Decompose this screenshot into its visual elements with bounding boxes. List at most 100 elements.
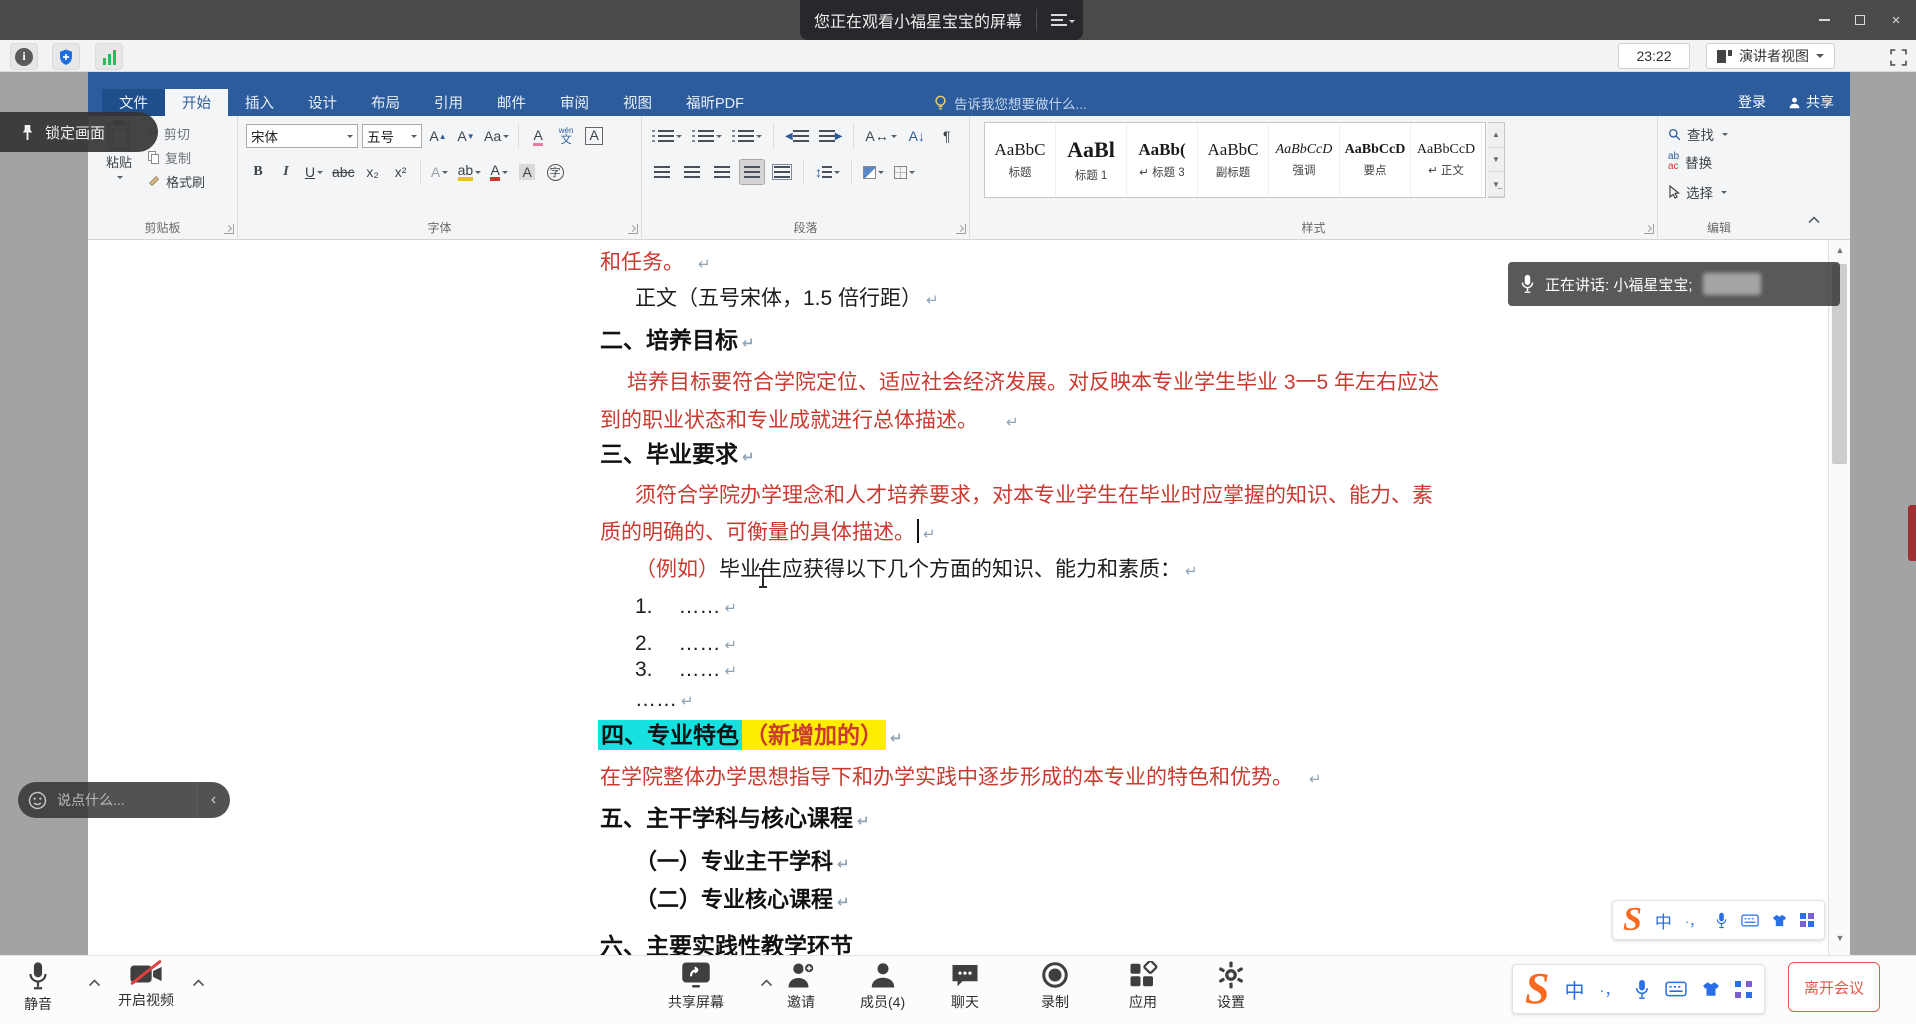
ribbon-tab-7[interactable]: 审阅: [543, 89, 606, 116]
enclose-char-button[interactable]: 字: [543, 160, 567, 184]
invite-button[interactable]: 邀请: [786, 961, 816, 1012]
start-video-button[interactable]: 开启视频: [118, 961, 174, 1010]
dialog-launcher-icon[interactable]: [628, 224, 638, 234]
style-card-1[interactable]: AaBl标题 1: [1056, 123, 1127, 197]
borders-button[interactable]: [892, 160, 917, 184]
shading-button[interactable]: [861, 160, 886, 184]
members-button[interactable]: 成员(4): [860, 961, 905, 1012]
char-shading-button[interactable]: A: [515, 160, 539, 184]
distribute-button[interactable]: [770, 160, 794, 184]
sogou-mic-icon[interactable]: [1715, 912, 1728, 929]
char-border-button[interactable]: A: [582, 124, 606, 148]
bullets-button[interactable]: [650, 124, 684, 148]
sogou-punct-toggle[interactable]: ·，: [1685, 911, 1702, 930]
document-page[interactable]: 和任务。↵ 正文（五号宋体，1.5 倍行距）↵ 二、培养目标↵ 培养目标要符合学…: [88, 240, 1822, 955]
view-mode-button[interactable]: 演讲者视图: [1706, 43, 1835, 69]
style-card-0[interactable]: AaBbC标题: [985, 123, 1056, 197]
edge-panel-tab[interactable]: [1908, 505, 1916, 561]
dialog-launcher-icon[interactable]: [956, 224, 966, 234]
sogou-keyboard-icon[interactable]: [1741, 914, 1759, 927]
tell-me-box[interactable]: 告诉我您想要做什么...: [934, 89, 1087, 116]
chat-button[interactable]: 聊天: [950, 961, 980, 1012]
gallery-down-icon[interactable]: ▼: [1488, 148, 1504, 173]
clear-format-button[interactable]: A: [526, 124, 550, 148]
sogou-logo[interactable]: S: [1525, 967, 1549, 1011]
sogou-keyboard-icon[interactable]: [1665, 981, 1687, 997]
share-screen-button[interactable]: 共享屏幕: [668, 961, 724, 1012]
strikethrough-button[interactable]: abc: [330, 160, 357, 184]
dialog-launcher-icon[interactable]: [224, 224, 234, 234]
justify-button[interactable]: [740, 160, 764, 184]
font-name-combo[interactable]: 宋体: [246, 124, 358, 148]
mute-options-chevron[interactable]: [88, 974, 101, 992]
scroll-down-icon[interactable]: ▼: [1829, 928, 1851, 948]
sogou-mic-icon[interactable]: [1634, 979, 1650, 1000]
gallery-up-icon[interactable]: ▲: [1488, 123, 1504, 148]
sogou-logo[interactable]: S: [1623, 903, 1642, 937]
align-left-button[interactable]: [650, 160, 674, 184]
replace-button[interactable]: abac 替换: [1668, 152, 1712, 172]
close-button[interactable]: ×: [1882, 6, 1910, 34]
meeting-info-button[interactable]: i: [10, 43, 38, 70]
style-card-5[interactable]: AaBbCcD要点: [1340, 123, 1411, 197]
align-center-button[interactable]: [680, 160, 704, 184]
ribbon-tab-2[interactable]: 插入: [228, 89, 291, 116]
sogou-toolbox-icon[interactable]: [1800, 913, 1814, 927]
multilevel-list-button[interactable]: [730, 124, 764, 148]
sogou-punct-toggle[interactable]: ·，: [1599, 979, 1619, 1000]
share-button[interactable]: 共享: [1788, 92, 1834, 112]
fullscreen-button[interactable]: [1886, 45, 1910, 69]
leave-meeting-button[interactable]: 离开会议: [1788, 962, 1880, 1012]
lock-screen-button[interactable]: 锁定画面: [0, 112, 158, 152]
highlight-button[interactable]: ab: [456, 160, 484, 184]
show-marks-button[interactable]: ¶: [935, 124, 959, 148]
style-card-3[interactable]: AaBbC副标题: [1198, 123, 1269, 197]
grow-font-button[interactable]: A▲: [426, 124, 450, 148]
ribbon-tab-8[interactable]: 视图: [606, 89, 669, 116]
ribbon-tab-3[interactable]: 设计: [291, 89, 354, 116]
chat-collapse-button[interactable]: ‹: [196, 782, 230, 818]
ribbon-tab-4[interactable]: 布局: [354, 89, 417, 116]
superscript-button[interactable]: x²: [389, 160, 413, 184]
change-case-button[interactable]: Aa: [482, 124, 511, 148]
subscript-button[interactable]: x₂: [361, 160, 385, 184]
settings-button[interactable]: 设置: [1216, 961, 1246, 1012]
sogou-lang-toggle[interactable]: 中: [1564, 975, 1584, 1004]
network-quality-button[interactable]: [95, 43, 123, 70]
align-right-button[interactable]: [710, 160, 734, 184]
gallery-more-icon[interactable]: ▼̲: [1488, 172, 1504, 197]
video-options-chevron[interactable]: [192, 974, 205, 992]
record-button[interactable]: 录制: [1040, 961, 1070, 1012]
ribbon-tab-9[interactable]: 福昕PDF: [669, 89, 761, 116]
style-card-2[interactable]: AaBb(↵ 标题 3: [1127, 123, 1198, 197]
find-button[interactable]: 查找: [1668, 124, 1728, 144]
sogou-skin-icon[interactable]: [1702, 981, 1720, 997]
share-options-chevron[interactable]: [760, 974, 773, 992]
sogou-skin-icon[interactable]: [1772, 914, 1787, 927]
collapse-ribbon-button[interactable]: [1808, 211, 1820, 229]
numbering-button[interactable]: [690, 124, 724, 148]
sogou-toolbox-icon[interactable]: [1735, 981, 1752, 998]
style-card-6[interactable]: AaBbCcD↵ 正文: [1411, 123, 1482, 197]
line-spacing-button[interactable]: ↕: [813, 160, 842, 184]
login-button[interactable]: 登录: [1738, 92, 1766, 112]
mute-button[interactable]: 静音: [24, 961, 52, 1014]
sogou-lang-toggle[interactable]: 中: [1655, 908, 1672, 933]
decrease-indent-button[interactable]: ◀: [783, 124, 811, 148]
banner-menu-icon[interactable]: [1051, 14, 1069, 26]
apps-button[interactable]: 应用: [1128, 961, 1158, 1012]
select-button[interactable]: 选择: [1668, 182, 1727, 202]
doc-scrollbar[interactable]: ▲ ▼: [1828, 240, 1850, 955]
cjk-layout-button[interactable]: A↔: [863, 124, 898, 148]
maximize-button[interactable]: [1846, 6, 1874, 34]
font-size-combo[interactable]: 五号: [362, 124, 422, 148]
increase-indent-button[interactable]: ▶: [817, 124, 845, 148]
scroll-up-icon[interactable]: ▲: [1829, 240, 1851, 260]
sort-button[interactable]: A↓: [905, 124, 929, 148]
dialog-launcher-icon[interactable]: [1644, 224, 1654, 234]
bold-button[interactable]: B: [246, 160, 270, 184]
phonetic-guide-button[interactable]: wén文: [554, 124, 578, 148]
style-card-4[interactable]: AaBbCcD强调: [1269, 123, 1340, 197]
ribbon-tab-6[interactable]: 邮件: [480, 89, 543, 116]
chat-quick-input[interactable]: 说点什么... ‹: [18, 782, 230, 818]
